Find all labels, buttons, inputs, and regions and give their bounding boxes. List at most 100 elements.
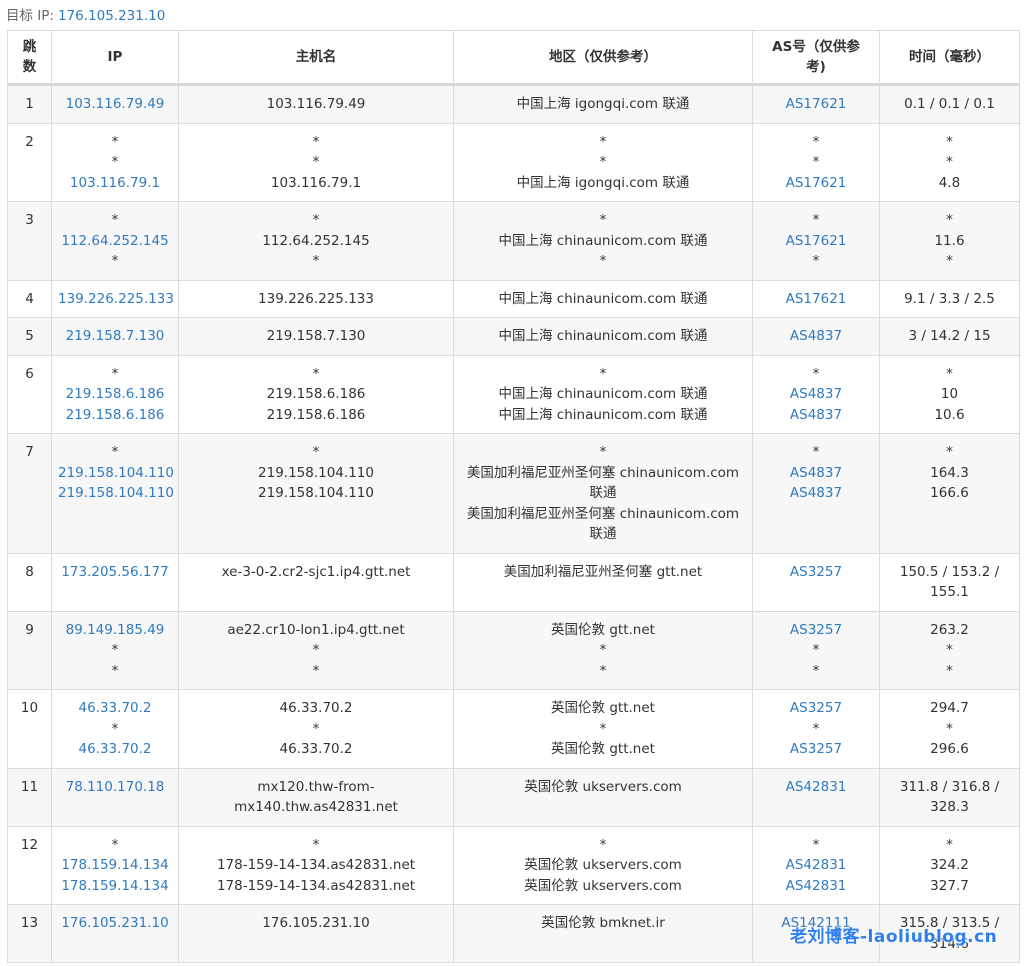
- as-link[interactable]: AS3257: [759, 739, 873, 760]
- as-link[interactable]: AS3257: [759, 620, 873, 641]
- ip-link[interactable]: 89.149.185.49: [58, 620, 172, 641]
- host-text: 46.33.70.2: [279, 741, 353, 757]
- region-text: *: [599, 720, 607, 737]
- region-cell: * 中国上海 chinaunicom.com 联通 中国上海 chinaunicom…: [453, 354, 753, 434]
- ip-text: *: [111, 154, 119, 170]
- region-text: 中国上海 igongqi.com 联通: [516, 96, 690, 112]
- host-cell: 176.105.231.10: [178, 904, 454, 963]
- host-text: mx120.thw-from-mx140.thw.as42831.net: [234, 778, 398, 816]
- time-text: *: [946, 836, 953, 853]
- as-link[interactable]: AS4837: [759, 463, 873, 484]
- region-text: 英国伦敦 ukservers.com: [524, 857, 682, 873]
- header-region: 地区（仅供参考）: [453, 30, 753, 86]
- as-link[interactable]: AS42831: [759, 876, 873, 897]
- region-cell: 英国伦敦 gtt.net * 英国伦敦 gtt.net: [453, 689, 753, 769]
- ip-link[interactable]: 46.33.70.2: [58, 698, 172, 719]
- host-text: 219.158.104.110: [258, 464, 374, 481]
- as-link[interactable]: AS17621: [759, 231, 873, 252]
- ip-link[interactable]: 46.33.70.2: [58, 739, 172, 760]
- time-cell: 294.7 * 296.6: [879, 689, 1020, 769]
- table-row: 3 * 112.64.252.145 * * 112.64.252.145 * * 中国上海 c…: [7, 201, 1020, 281]
- time-text: 0.1 / 0.1 / 0.1: [904, 96, 995, 112]
- as-cell: AS3257 * AS3257: [752, 689, 880, 769]
- ip-cell: * 112.64.252.145 *: [51, 201, 179, 281]
- time-text: 294.7: [930, 700, 969, 716]
- ip-link[interactable]: 219.158.7.130: [58, 326, 172, 347]
- hop-cell: 5: [7, 317, 52, 356]
- ip-link[interactable]: 219.158.104.110: [58, 463, 174, 484]
- as-link[interactable]: AS3257: [759, 698, 873, 719]
- as-link[interactable]: AS42831: [759, 855, 873, 876]
- as-link[interactable]: AS3257: [759, 562, 873, 583]
- ip-cell: 139.226.225.133: [51, 279, 179, 318]
- hop-cell: 2: [7, 122, 52, 202]
- region-text: 中国上海 chinaunicom.com 联通: [498, 290, 708, 307]
- region-cell: * * 中国上海 igongqi.com 联通: [453, 122, 753, 202]
- region-text: 美国加利福尼亚州圣何塞 chinaunicom.com 联通: [466, 505, 740, 543]
- region-text: *: [599, 642, 607, 658]
- as-link[interactable]: AS17621: [759, 173, 873, 194]
- ip-link[interactable]: 78.110.170.18: [58, 777, 172, 798]
- region-text: *: [599, 133, 607, 150]
- time-text: 311.8 / 316.8 / 328.3: [899, 778, 1000, 816]
- time-text: 164.3: [930, 464, 969, 481]
- ip-text: *: [111, 662, 119, 679]
- host-text: ae22.cr10-lon1.ip4.gtt.net: [227, 621, 405, 638]
- as-text: *: [812, 365, 820, 382]
- target-ip-line: 目标 IP: 176.105.231.10: [6, 4, 165, 24]
- time-text: 263.2: [930, 621, 969, 638]
- hop-cell: 7: [7, 433, 52, 554]
- time-cell: 263.2 * *: [879, 610, 1020, 690]
- as-link[interactable]: AS4837: [759, 483, 873, 504]
- as-link[interactable]: AS4837: [759, 405, 873, 426]
- ip-text: *: [111, 365, 119, 382]
- header-host: 主机名: [178, 30, 454, 86]
- as-link[interactable]: AS17621: [759, 289, 873, 310]
- header-as: AS号（仅供参 考): [752, 30, 880, 86]
- region-text: 英国伦敦 gtt.net: [551, 700, 655, 716]
- ip-link[interactable]: 178.159.14.134: [58, 855, 172, 876]
- target-ip-value[interactable]: 176.105.231.10: [58, 8, 165, 24]
- region-text: 中国上海 chinaunicom.com 联通: [498, 232, 708, 249]
- ip-link[interactable]: 219.158.6.186: [58, 405, 172, 426]
- hop-cell: 12: [7, 825, 52, 905]
- ip-link[interactable]: 173.205.56.177: [58, 562, 172, 583]
- table-row: 6 * 219.158.6.186 219.158.6.186 * 219.158.6.1…: [7, 354, 1020, 434]
- ip-link[interactable]: 219.158.104.110: [58, 483, 174, 504]
- as-cell: AS17621: [752, 84, 880, 124]
- as-cell: AS4837: [752, 317, 880, 356]
- time-cell: * * 4.8: [879, 122, 1020, 202]
- time-cell: * 10 10.6: [879, 354, 1020, 434]
- host-cell: mx120.thw-from-mx140.thw.as42831.net: [178, 767, 454, 827]
- host-cell: 103.116.79.49: [178, 84, 454, 124]
- host-cell: 219.158.7.130: [178, 317, 454, 356]
- ip-link[interactable]: 103.116.79.1: [58, 173, 172, 194]
- host-cell: * 219.158.104.110 219.158.104.110: [178, 433, 454, 554]
- region-text: *: [599, 212, 607, 228]
- as-link[interactable]: AS4837: [759, 326, 873, 347]
- ip-link[interactable]: 139.226.225.133: [58, 289, 174, 310]
- header-hop: 跳 数: [7, 30, 52, 86]
- as-link[interactable]: AS4837: [759, 384, 873, 405]
- time-text: *: [946, 444, 953, 460]
- region-text: 英国伦敦 ukservers.com: [524, 778, 682, 795]
- host-text: *: [312, 662, 320, 679]
- as-link[interactable]: AS17621: [759, 94, 873, 115]
- region-cell: 英国伦敦 bmknet.ir: [453, 904, 753, 963]
- ip-link[interactable]: 112.64.252.145: [58, 231, 172, 252]
- as-text: *: [812, 642, 820, 658]
- host-text: xe-3-0-2.cr2-sjc1.ip4.gtt.net: [221, 563, 411, 580]
- table-row: 4 139.226.225.133 139.226.225.133 中国上海 chin…: [7, 279, 1020, 318]
- ip-link[interactable]: 178.159.14.134: [58, 876, 172, 897]
- time-text: *: [946, 720, 953, 737]
- ip-link[interactable]: 176.105.231.10: [58, 913, 172, 934]
- ip-cell: 46.33.70.2 * 46.33.70.2: [51, 689, 179, 769]
- table-row: 1 103.116.79.49 103.116.79.49 中国上海 igongqi.…: [7, 84, 1020, 124]
- time-text: 324.2: [930, 857, 969, 873]
- as-text: *: [812, 133, 820, 150]
- time-text: *: [946, 642, 953, 658]
- as-link[interactable]: AS42831: [759, 777, 873, 798]
- ip-link[interactable]: 103.116.79.49: [58, 94, 172, 115]
- ip-link[interactable]: 219.158.6.186: [58, 384, 172, 405]
- region-text: 中国上海 chinaunicom.com 联通: [498, 406, 708, 423]
